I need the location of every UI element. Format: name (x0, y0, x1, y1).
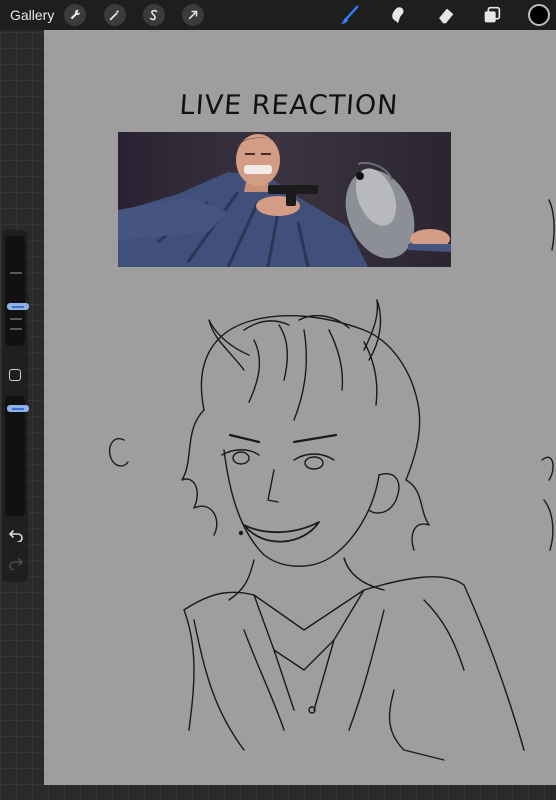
actions-button[interactable] (64, 4, 86, 26)
brush-tool[interactable] (338, 4, 362, 26)
brush-sidebar (2, 230, 29, 582)
transform-arrow-icon (188, 10, 198, 20)
drawing-canvas[interactable]: LIVE REACTION (44, 30, 556, 785)
redo-button[interactable] (8, 556, 24, 571)
eraser-icon (438, 8, 454, 24)
selection-button[interactable] (143, 4, 165, 26)
redo-icon (9, 558, 24, 571)
top-toolbar: Gallery (0, 0, 556, 30)
wrench-icon (70, 9, 81, 20)
color-picker-button[interactable] (528, 4, 550, 26)
opacity-slider[interactable] (5, 396, 29, 516)
layers-icon (484, 6, 501, 23)
undo-icon (8, 530, 23, 543)
size-tick (10, 328, 22, 330)
transform-button[interactable] (182, 4, 204, 26)
adjustments-button[interactable] (104, 4, 126, 26)
gallery-button[interactable]: Gallery (10, 7, 54, 23)
smudge-icon (392, 7, 404, 24)
undo-button[interactable] (8, 528, 24, 543)
opacity-thumb[interactable] (7, 405, 29, 412)
selection-icon (149, 9, 158, 21)
smudge-tool[interactable] (386, 4, 410, 26)
magic-wand-icon (109, 9, 120, 21)
brush-icon (340, 5, 359, 24)
modify-button[interactable] (9, 369, 21, 381)
size-tick (10, 318, 22, 320)
size-tick (10, 272, 22, 274)
eraser-tool[interactable] (434, 4, 458, 26)
layers-tool[interactable] (480, 4, 504, 26)
character-sketch (108, 199, 555, 761)
brush-size-slider[interactable] (5, 236, 29, 346)
brush-size-thumb[interactable] (7, 303, 29, 310)
